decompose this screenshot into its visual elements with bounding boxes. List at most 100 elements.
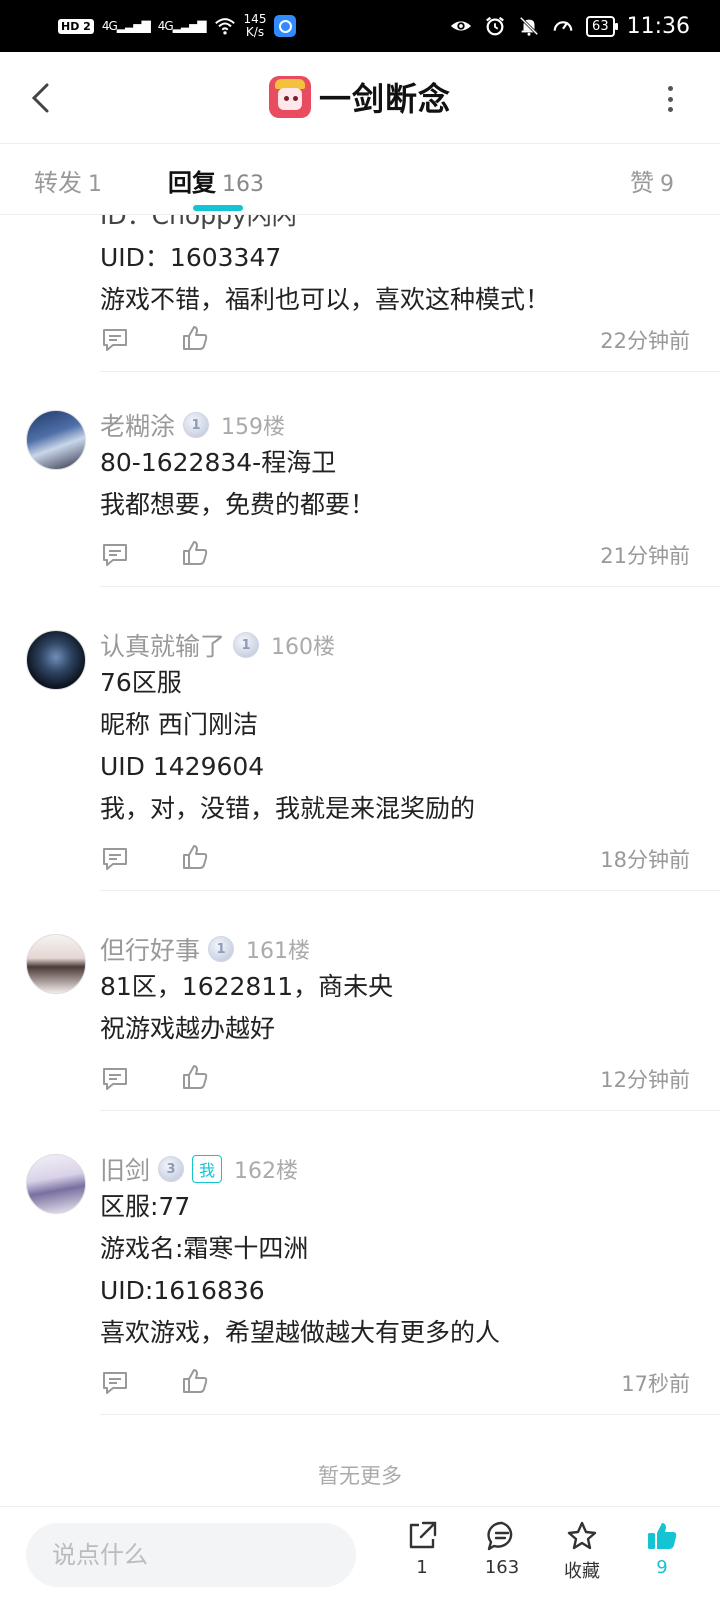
comment-line: 76区服 [100,668,182,697]
star-icon [567,1521,597,1550]
hd-badge: HD 2 [58,18,94,34]
comment-time: 21分钟前 [600,544,690,568]
divider [100,1414,720,1415]
tab-forward-label: 转发 [34,169,82,197]
comment-time: 12分钟前 [600,1068,690,1092]
avatar[interactable] [26,1154,86,1214]
avatar[interactable] [26,410,86,470]
like-button[interactable]: 9 [632,1519,692,1578]
comment-body: 80-1622834-程海卫 我都想要，免费的都要！ [100,442,375,526]
tab-forward-count: 1 [88,172,102,197]
comment-body: 81区，1622811，商未央 祝游戏越办越好 [100,966,393,1050]
comment-input[interactable]: 说点什么 [26,1523,356,1587]
comment-actions: 17秒前 [100,1362,690,1402]
more-dots-icon [667,86,673,91]
signal-icon-1: 4G▂▃▅▇ [101,19,151,33]
thumbs-up-filled-icon [648,1523,677,1549]
like-count: 9 [656,1557,668,1578]
comment-list[interactable]: ID：Choppy闪闪 UID：1603347 游戏不错，福利也可以，喜欢这种模… [0,215,720,1505]
comment-line: ID：Choppy闪闪 [100,215,297,230]
share-icon [409,1521,437,1549]
comment-time: 17秒前 [621,1372,690,1396]
comment-button[interactable]: 163 [472,1519,532,1578]
thumbs-up-icon[interactable] [180,538,210,568]
signal-icon-2: 4G▂▃▅▇ [157,19,207,33]
comment-actions: 18分钟前 [100,838,690,878]
title-bar: 一剑断念 [0,52,720,144]
username[interactable]: 认真就输了 [100,627,225,663]
comment-line: UID 1429604 [100,752,265,781]
me-badge: 我 [192,1155,223,1183]
tab-like-count: 9 [660,172,674,197]
floor-number: 159楼 [221,415,286,440]
reply-icon[interactable] [100,1064,130,1094]
comment-time: 22分钟前 [600,329,690,353]
eye-icon [450,21,472,31]
page-title: 一剑断念 [318,80,451,118]
avatar[interactable] [26,934,86,994]
divider [100,1110,720,1111]
floor-number: 161楼 [246,939,311,964]
comment-line: 昵称 西门刚洁 [100,710,258,739]
clock: 11:36 [626,13,690,39]
tab-reply-count: 163 [222,172,264,197]
share-button[interactable]: 1 [392,1519,452,1578]
mute-bell-icon [519,16,539,36]
more-options-button[interactable] [660,86,680,112]
level-badge: 1 [183,412,210,438]
comment-body: 区服:77 游戏名:霜寒十四洲 UID:1616836 喜欢游戏，希望越做越大有… [100,1186,500,1354]
comment-body: ID：Choppy闪闪 UID：1603347 游戏不错，福利也可以，喜欢这种模… [100,215,550,321]
comment-line: 我都想要，免费的都要！ [100,490,376,519]
comment-line: 游戏不错，福利也可以，喜欢这种模式！ [100,285,551,314]
comment-actions: 22分钟前 [100,319,690,359]
divider [100,371,720,372]
divider [100,586,720,587]
reply-icon[interactable] [100,844,130,874]
comment-line: 81区，1622811，商未央 [100,972,394,1001]
comment-bubble-icon [487,1521,513,1551]
tab-reply[interactable]: 回复 163 [168,163,264,198]
comment-line: 喜欢游戏，希望越做越大有更多的人 [100,1318,501,1347]
bottom-bar: 说点什么 1 163 收藏 9 [0,1506,720,1600]
wifi-icon [214,18,235,35]
no-more-label: 暂无更多 [318,1464,402,1488]
tab-forward[interactable]: 转发 1 [34,163,102,198]
comment-line: UID：1603347 [100,243,282,272]
username[interactable]: 但行好事 [100,931,200,967]
status-left: HD 2 4G▂▃▅▇ 4G▂▃▅▇ 145 K/s [58,0,297,52]
level-badge: 3 [158,1156,185,1182]
comment-time: 18分钟前 [600,848,690,872]
comment-actions: 12分钟前 [100,1058,690,1098]
thumbs-up-icon[interactable] [180,323,210,353]
app-notification-icon [274,15,297,37]
tab-like[interactable]: 赞9 [630,163,674,198]
active-tab-indicator [193,205,243,211]
speedometer-icon [553,21,573,31]
reply-icon[interactable] [100,1368,130,1398]
comment-body: 76区服 昵称 西门刚洁 UID 1429604 我，对，没错，我就是来混奖励的 [100,662,475,830]
avatar[interactable] [26,630,86,690]
alarm-icon [486,16,504,36]
divider [100,890,720,891]
username[interactable]: 老糊涂 [100,407,175,443]
thumbs-up-icon[interactable] [180,1062,210,1092]
game-icon [268,76,311,118]
reply-icon[interactable] [100,325,130,355]
comment-header: 但行好事 1 161楼 [100,932,310,966]
comment-line: 80-1622834-程海卫 [100,448,337,477]
favorite-button[interactable]: 收藏 [552,1519,612,1583]
favorite-label: 收藏 [564,1561,600,1582]
share-count: 1 [416,1557,428,1578]
username[interactable]: 旧剑 [100,1151,150,1187]
tab-like-label: 赞 [630,169,654,197]
tab-reply-label: 回复 [168,169,216,197]
comment-header: 认真就输了 1 160楼 [100,628,335,662]
level-badge: 1 [233,632,260,658]
reply-icon[interactable] [100,540,130,570]
comment-header: 旧剑 3 我 162楼 [100,1152,298,1186]
thumbs-up-icon[interactable] [180,842,210,872]
comment-header: 老糊涂 1 159楼 [100,408,285,442]
thumbs-up-icon[interactable] [180,1366,210,1396]
comment-line: 我，对，没错，我就是来混奖励的 [100,794,476,823]
battery-indicator: 63 [586,15,618,37]
